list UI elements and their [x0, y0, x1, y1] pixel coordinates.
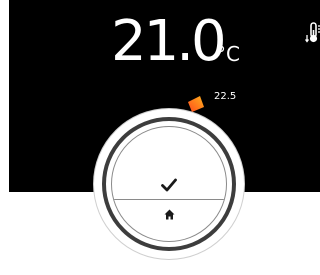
- home-button[interactable]: [112, 200, 226, 241]
- current-temperature: 21.0: [111, 9, 227, 74]
- setpoint-value: 22.5: [214, 91, 237, 102]
- control-dial[interactable]: [94, 109, 244, 259]
- check-icon: [161, 178, 177, 192]
- setpoint-marker-icon: [188, 96, 204, 112]
- home-icon: [164, 209, 175, 220]
- temperature-unit: °C: [216, 42, 240, 66]
- dial-button-face: [111, 126, 227, 242]
- confirm-button[interactable]: [112, 127, 226, 199]
- thermometer-icon: [305, 22, 320, 43]
